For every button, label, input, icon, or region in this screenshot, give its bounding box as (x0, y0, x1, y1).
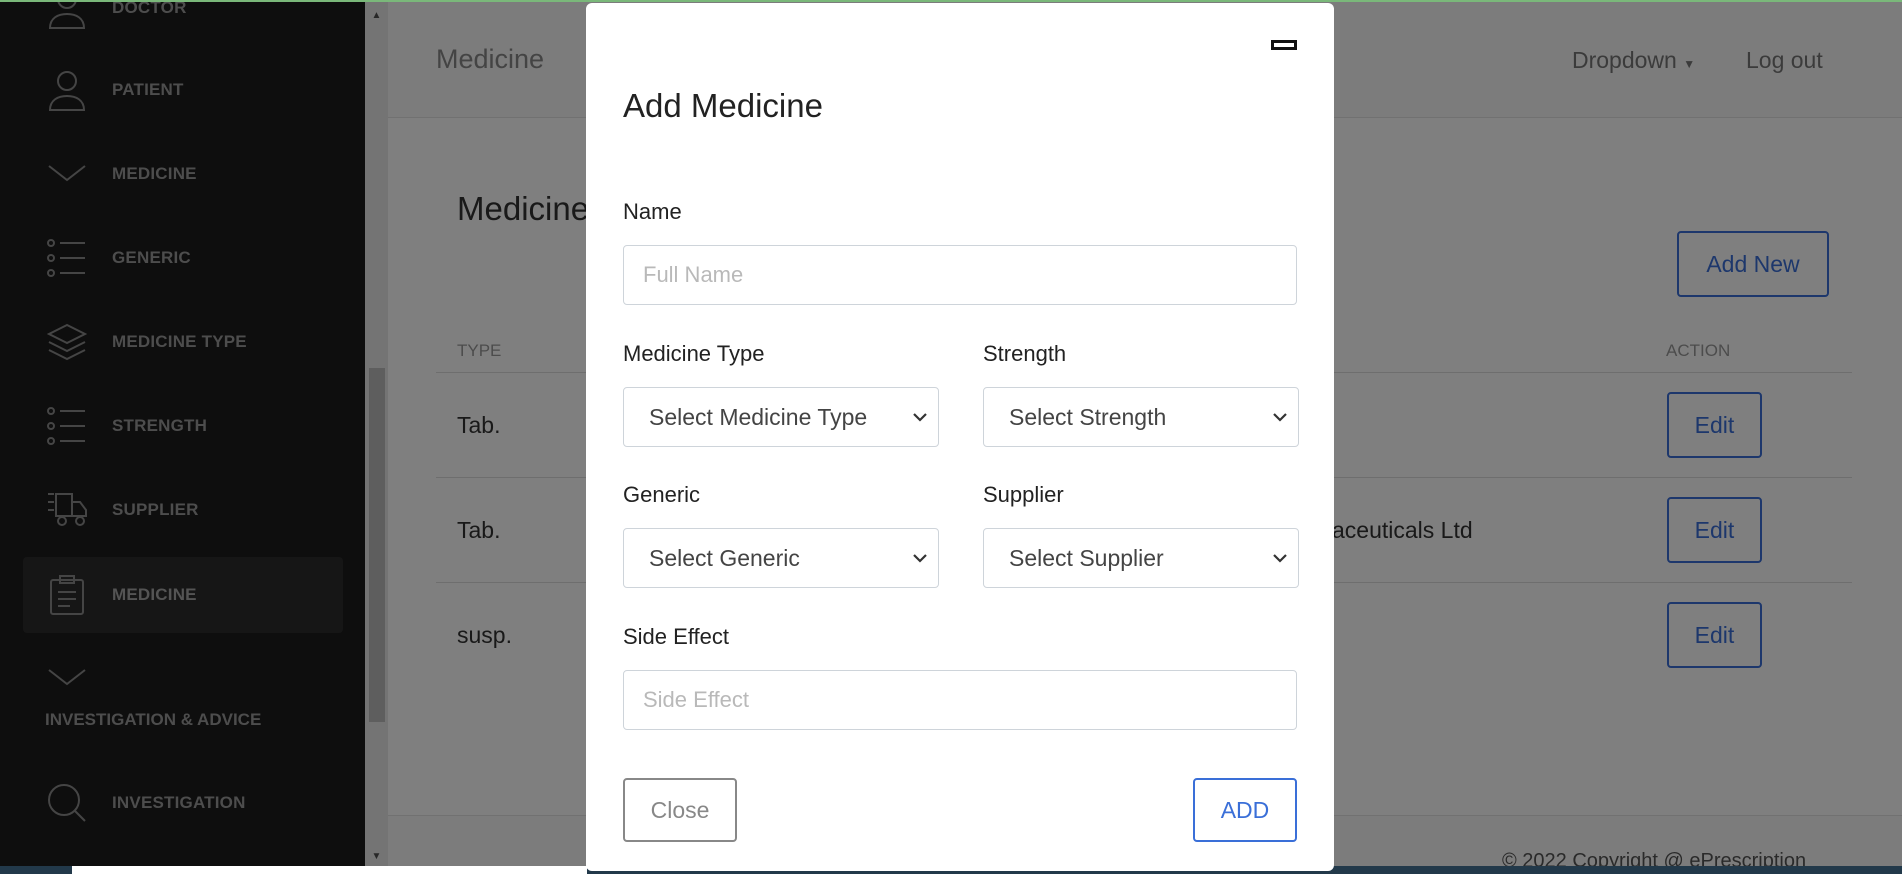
chevron-down-icon (913, 554, 927, 563)
side-effect-label: Side Effect (623, 624, 729, 649)
supplier-label: Supplier (983, 482, 1064, 507)
generic-select[interactable]: Select Generic (623, 528, 939, 588)
supplier-select[interactable]: Select Supplier (983, 528, 1299, 588)
name-input[interactable] (623, 245, 1297, 305)
strength-label: Strength (983, 341, 1067, 366)
strength-selected: Select Strength (1009, 403, 1167, 430)
close-button[interactable]: Close (623, 778, 737, 842)
window-top-border (0, 0, 1902, 2)
supplier-selected: Select Supplier (1009, 544, 1164, 571)
name-label: Name (623, 199, 682, 224)
taskbar-window[interactable] (72, 866, 587, 874)
minimize-icon[interactable] (1271, 40, 1297, 50)
chevron-down-icon (913, 413, 927, 422)
add-button[interactable]: ADD (1193, 778, 1297, 842)
add-medicine-modal: Add Medicine Name Medicine Type Select M… (586, 3, 1334, 871)
strength-select[interactable]: Select Strength (983, 387, 1299, 447)
modal-title: Add Medicine (623, 87, 823, 124)
side-effect-input[interactable] (623, 670, 1297, 730)
medicine-type-selected: Select Medicine Type (649, 403, 868, 430)
generic-label: Generic (623, 482, 701, 507)
chevron-down-icon (1273, 413, 1287, 422)
generic-selected: Select Generic (649, 544, 800, 571)
medicine-type-select[interactable]: Select Medicine Type (623, 387, 939, 447)
chevron-down-icon (1273, 554, 1287, 563)
medicine-type-label: Medicine Type (623, 341, 765, 366)
